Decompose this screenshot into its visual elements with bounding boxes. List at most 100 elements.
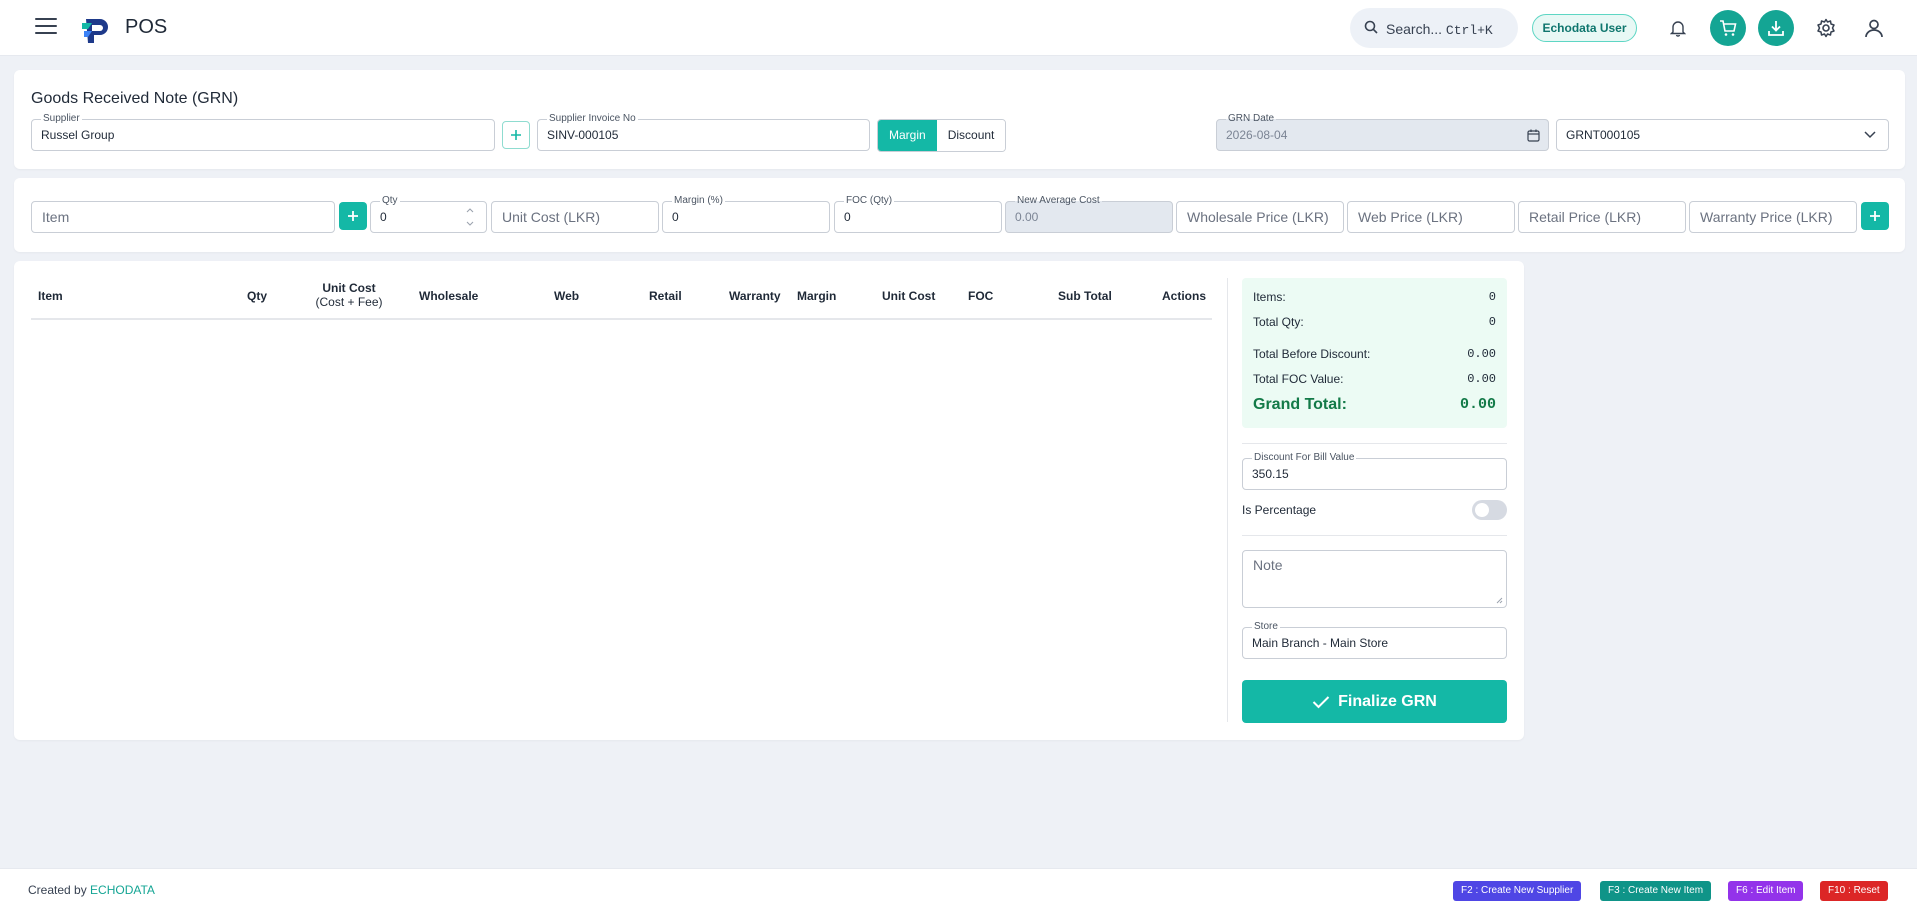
grn-date-field[interactable]: GRN Date 2026-08-04 [1216,113,1549,151]
retail-price-input[interactable]: Retail Price (LKR) [1518,201,1686,233]
foc-input[interactable]: FOC (Qty) 0 [834,195,1002,233]
settings-button[interactable] [1810,12,1842,44]
profile-button[interactable] [1858,12,1890,44]
qty-stepper[interactable]: Qty 0 [370,195,487,233]
page-title: Goods Received Note (GRN) [31,90,239,107]
divider [1242,535,1507,536]
supplier-invoice-label: Supplier Invoice No [547,113,638,125]
plus-icon [348,211,358,221]
col-web: Web [554,289,580,303]
app-name: POS [125,16,168,38]
add-line-button[interactable] [1861,202,1889,230]
search-shortcut: Ctrl+K [1445,23,1493,38]
col-unit-cost: Unit Cost (Cost + Fee) [306,281,392,309]
check-icon [1312,695,1330,708]
notifications-button[interactable] [1662,12,1694,44]
foc-value: 0 [844,210,851,224]
col-margin: Margin [797,289,837,303]
wholesale-price-placeholder: Wholesale Price (LKR) [1187,209,1329,225]
new-average-cost-field: New Average Cost 0.00 [1005,195,1173,233]
bill-discount-label: Discount For Bill Value [1252,452,1357,464]
top-bar: POS Search... Ctrl+K Echodata User [0,0,1917,56]
foc-label: FOC (Qty) [844,195,895,207]
grn-number-select[interactable]: GRNT000105 [1556,119,1889,151]
unit-cost-placeholder: Unit Cost (LKR) [502,209,601,225]
discount-option[interactable]: Discount [936,120,1006,151]
margin-option[interactable]: Margin [878,120,937,151]
search-label: Search... [1386,21,1443,37]
qty-label: Qty [380,195,400,207]
grn-date-value: 2026-08-04 [1226,128,1288,142]
toggle-knob [1475,503,1489,517]
table-header-divider [31,318,1212,320]
summary-items-label: Items: [1253,290,1286,304]
unit-cost-input[interactable]: Unit Cost (LKR) [491,201,659,233]
chevron-down-icon [1864,131,1876,139]
wholesale-price-input[interactable]: Wholesale Price (LKR) [1176,201,1344,233]
note-placeholder: Note [1253,557,1283,573]
grand-total-label: Grand Total: [1253,396,1347,413]
calendar-icon[interactable] [1527,129,1540,142]
col-foc: FOC [968,289,994,303]
user-badge[interactable]: Echodata User [1532,14,1637,42]
stepper-arrows-icon[interactable] [466,206,474,228]
grand-total-value: 0.00 [1459,396,1496,413]
user-icon [1865,19,1883,38]
footer-credit-prefix: Created by [28,883,87,897]
web-price-input[interactable]: Web Price (LKR) [1347,201,1515,233]
search-box[interactable]: Search... Ctrl+K [1350,8,1518,48]
menu-icon[interactable] [35,18,57,36]
margin-discount-toggle[interactable]: Margin Discount [877,119,1007,152]
is-percentage-toggle[interactable] [1472,500,1507,520]
new-average-cost-label: New Average Cost [1015,195,1102,207]
retail-price-placeholder: Retail Price (LKR) [1529,209,1642,225]
resize-handle-icon[interactable] [1496,597,1503,604]
summary-before-discount-label: Total Before Discount: [1253,347,1371,361]
margin-label: Margin (%) [672,195,725,207]
search-icon [1364,20,1378,34]
warranty-price-placeholder: Warranty Price (LKR) [1700,209,1833,225]
col-unit-cost-label: Unit Cost [322,281,376,295]
download-icon [1768,21,1784,36]
summary-total-qty: Total Qty: 0 [1253,315,1496,329]
col-wholesale: Wholesale [419,289,479,303]
supplier-invoice-field[interactable]: Supplier Invoice No SINV-000105 [537,113,870,151]
grn-number-value: GRNT000105 [1566,128,1641,142]
summary-panel: Items: 0 Total Qty: 0 Total Before Disco… [1242,278,1507,428]
cart-button[interactable] [1710,10,1746,46]
warranty-price-input[interactable]: Warranty Price (LKR) [1689,201,1857,233]
bill-discount-input[interactable]: Discount For Bill Value 350.15 [1242,452,1507,490]
col-unit-cost-sub: (Cost + Fee) [315,295,383,309]
note-textarea[interactable]: Note [1242,550,1507,608]
summary-before-discount: Total Before Discount: 0.00 [1253,347,1496,361]
supplier-field[interactable]: Supplier Russel Group [31,113,495,151]
summary-items-value: 0 [1488,290,1496,304]
col-actions: Actions [1162,289,1207,303]
bill-discount-value: 350.15 [1252,467,1289,481]
shortcut-create-item[interactable]: F3 : Create New Item [1600,881,1712,901]
download-button[interactable] [1758,10,1794,46]
finalize-grn-label: Finalize GRN [1338,692,1437,710]
plus-icon [1870,211,1880,221]
col-item: Item [38,289,63,303]
store-select[interactable]: Store Main Branch - Main Store [1242,621,1507,659]
summary-total-qty-label: Total Qty: [1253,315,1304,329]
plus-icon [511,130,521,140]
col-retail: Retail [649,289,682,303]
supplier-value: Russel Group [41,128,115,142]
add-supplier-button[interactable] [502,121,530,149]
app-logo [82,19,108,43]
item-input[interactable]: Item [31,201,335,233]
shortcut-reset[interactable]: F10 : Reset [1820,881,1888,901]
footer-credit: Created by ECHODATA [28,883,155,897]
margin-input[interactable]: Margin (%) 0 [662,195,830,233]
summary-grand-total: Grand Total: 0.00 [1253,396,1496,414]
shortcut-edit-item[interactable]: F6 : Edit Item [1728,881,1804,901]
finalize-grn-button[interactable]: Finalize GRN [1242,680,1507,723]
web-price-placeholder: Web Price (LKR) [1358,209,1463,225]
panel-divider [1227,278,1228,722]
summary-foc-value-label: Total FOC Value: [1253,372,1344,386]
shortcut-create-supplier[interactable]: F2 : Create New Supplier [1453,881,1582,901]
footer-brand-link[interactable]: ECHODATA [90,883,155,897]
add-item-button[interactable] [339,202,367,230]
